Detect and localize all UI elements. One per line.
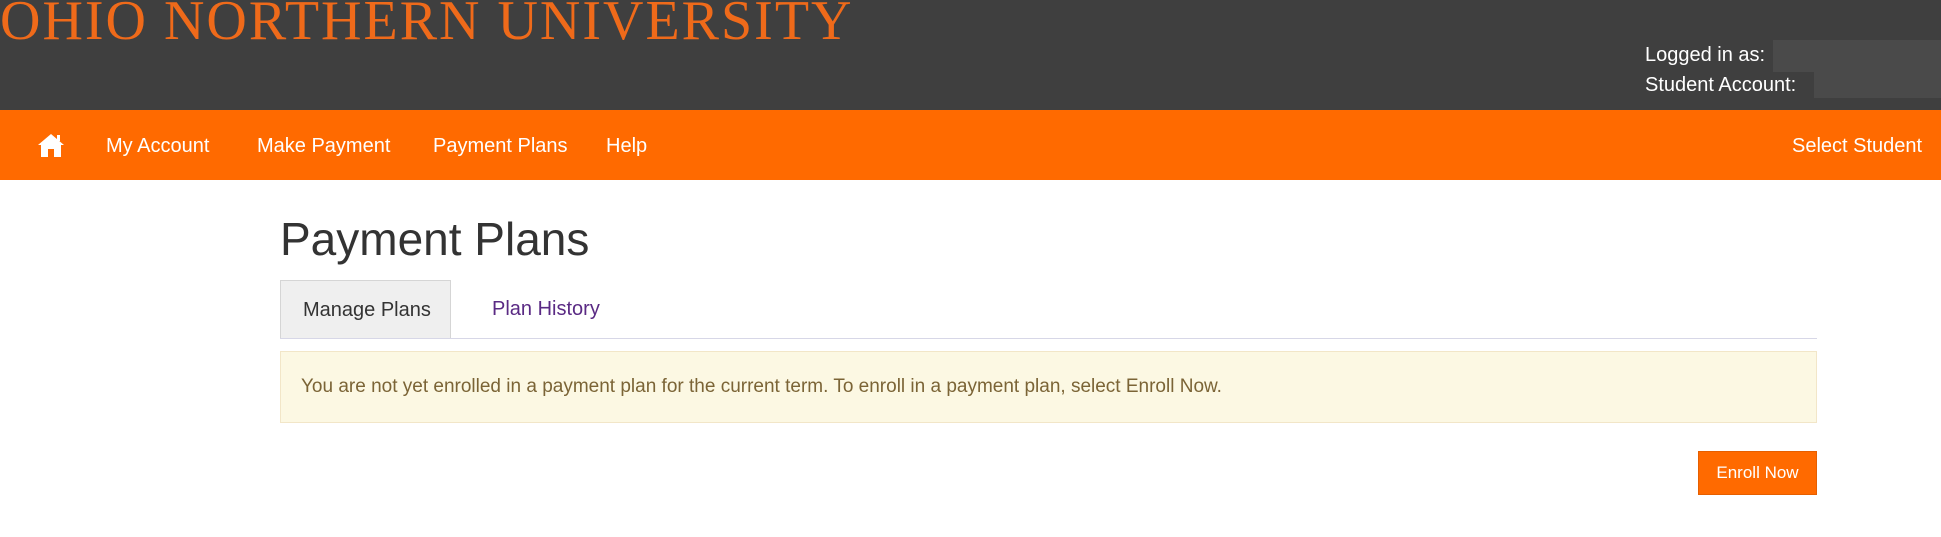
logged-in-label: Logged in as: (1645, 44, 1766, 66)
redacted-student-account (1814, 66, 1941, 98)
home-icon[interactable] (36, 132, 66, 158)
select-student-link[interactable]: Select Student (1792, 133, 1922, 159)
tab-plan-history[interactable]: Plan History (492, 280, 632, 338)
nav-item-make-payment[interactable]: Make Payment (257, 133, 390, 159)
nav-item-payment-plans[interactable]: Payment Plans (433, 133, 568, 159)
enroll-now-button[interactable]: Enroll Now (1698, 451, 1817, 495)
student-account-line: Student Account: (1645, 70, 1796, 100)
plan-tabs: Manage Plans Plan History (280, 280, 1817, 339)
nav-item-help[interactable]: Help (606, 133, 647, 159)
student-account-label: Student Account: (1645, 74, 1797, 96)
university-logo-text: OHIO NORTHERN UNIVERSITY (0, 0, 854, 52)
page: OHIO NORTHERN UNIVERSITY Logged in as: S… (0, 0, 1941, 537)
site-header: OHIO NORTHERN UNIVERSITY Logged in as: S… (0, 0, 1941, 110)
tab-manage-plans[interactable]: Manage Plans (280, 280, 451, 338)
page-title: Payment Plans (280, 213, 590, 265)
enrollment-notice: You are not yet enrolled in a payment pl… (280, 351, 1817, 423)
main-nav: My Account Make Payment Payment Plans He… (0, 110, 1941, 180)
nav-item-my-account[interactable]: My Account (106, 133, 209, 159)
